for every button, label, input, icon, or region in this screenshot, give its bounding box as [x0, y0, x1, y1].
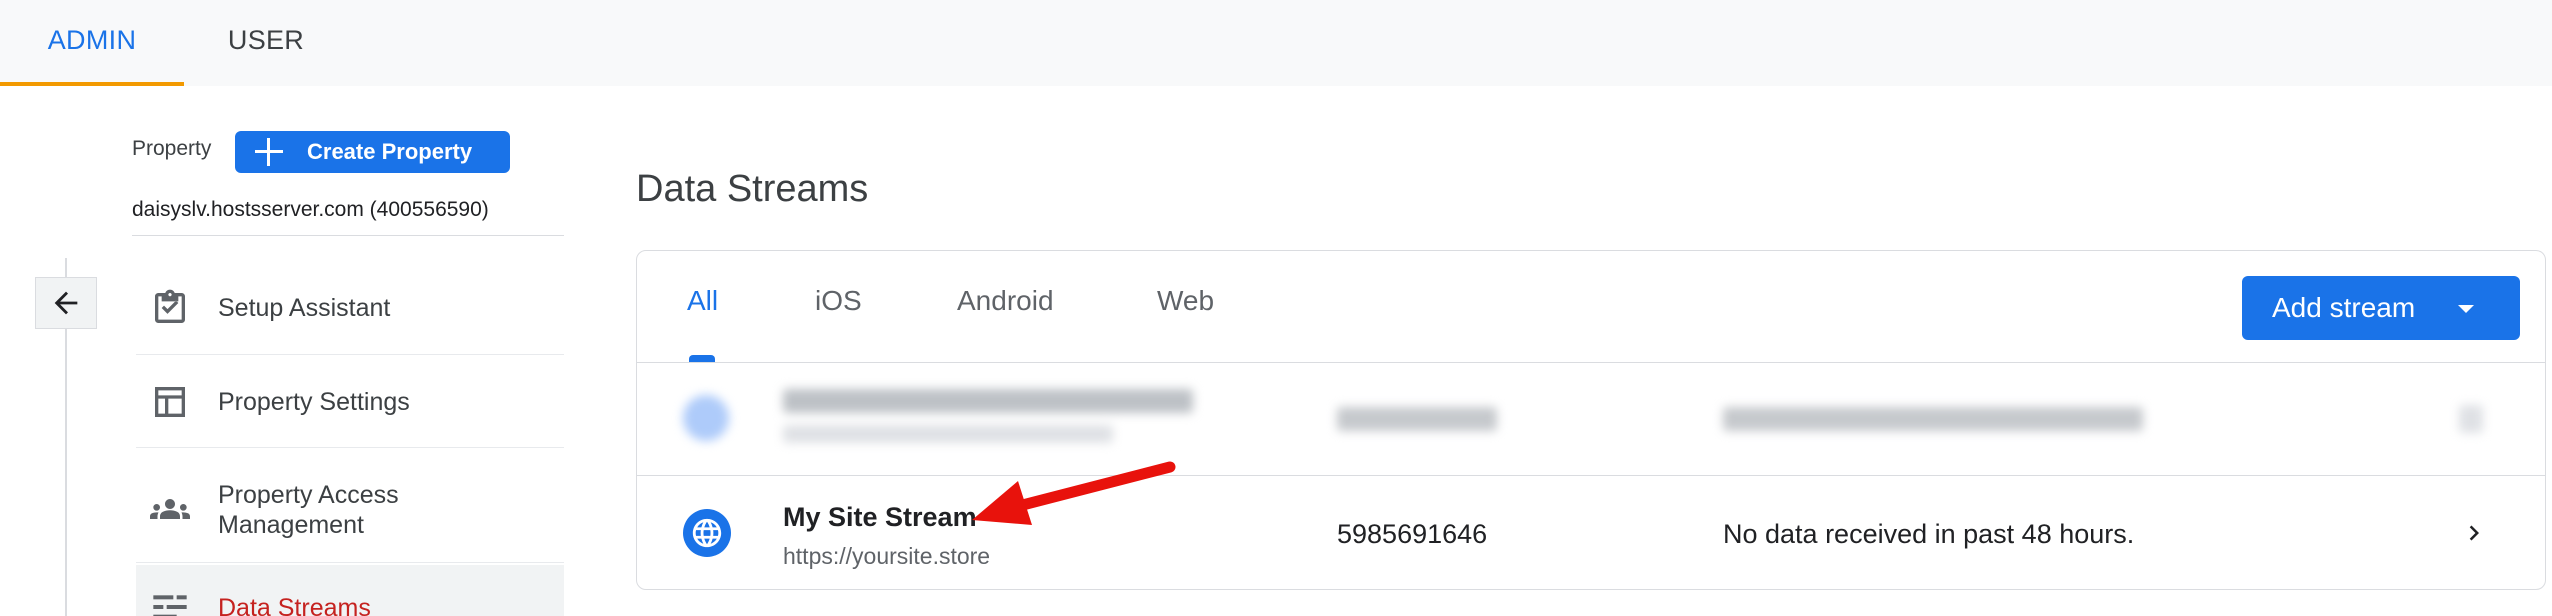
top-tab-bar: ADMIN USER [0, 0, 2552, 86]
sidebar-item-setup-assistant[interactable]: Setup Assistant [136, 278, 564, 338]
active-tab-underline [0, 82, 184, 86]
layout-icon [150, 382, 190, 422]
tab-ios[interactable]: iOS [815, 285, 862, 317]
sidebar-item-label: Property Access Management [218, 481, 399, 539]
data-streams-icon [150, 587, 190, 616]
chevron-right-icon [2469, 525, 2479, 541]
back-button[interactable] [35, 277, 97, 329]
property-divider [132, 235, 564, 236]
stream-url: https://yoursite.store [783, 543, 991, 569]
redacted-stream-row [637, 363, 2545, 475]
dropdown-caret-icon [2458, 305, 2474, 313]
arrow-left-icon [54, 291, 78, 315]
sidebar-item-label: Property Settings [218, 388, 410, 416]
people-icon [150, 489, 190, 529]
tab-all[interactable]: All [687, 285, 718, 317]
tab-web[interactable]: Web [1157, 285, 1214, 317]
create-property-label: Create Property [307, 139, 473, 164]
sidebar-item-label: Setup Assistant [218, 294, 391, 322]
sidebar-item-property-access-management[interactable]: Property Access Management [136, 472, 564, 546]
page-title: Data Streams [636, 168, 869, 210]
create-property-button[interactable]: Create Property [235, 131, 510, 173]
sidebar-item-property-settings[interactable]: Property Settings [136, 372, 564, 432]
nav-divider [136, 447, 564, 448]
clipboard-check-icon [150, 288, 190, 328]
data-streams-card: All iOS Android Web Add stream My Site S… [636, 250, 2546, 590]
nav-divider [136, 354, 564, 355]
stream-status: No data received in past 48 hours. [1723, 519, 2135, 549]
tab-android[interactable]: Android [957, 285, 1054, 317]
property-label: Property [132, 137, 212, 160]
globe-icon [683, 509, 731, 557]
annotation-arrow-icon [972, 461, 1176, 525]
plus-icon [255, 138, 283, 166]
add-stream-button[interactable]: Add stream [2242, 276, 2520, 340]
nav-divider [136, 562, 564, 563]
property-selector[interactable]: daisyslv.hostsserver.com (400556590) [132, 198, 489, 222]
sidebar-item-data-streams[interactable]: Data Streams [136, 565, 564, 616]
add-stream-label: Add stream [2272, 292, 2416, 323]
stream-name: My Site Stream [783, 502, 977, 532]
sidebar-item-label: Data Streams [218, 594, 371, 616]
stream-id: 5985691646 [1337, 519, 1488, 549]
stream-row[interactable]: My Site Stream https://yoursite.store 59… [637, 476, 2545, 589]
tab-user[interactable]: USER [184, 0, 348, 86]
tab-admin[interactable]: ADMIN [0, 0, 184, 86]
